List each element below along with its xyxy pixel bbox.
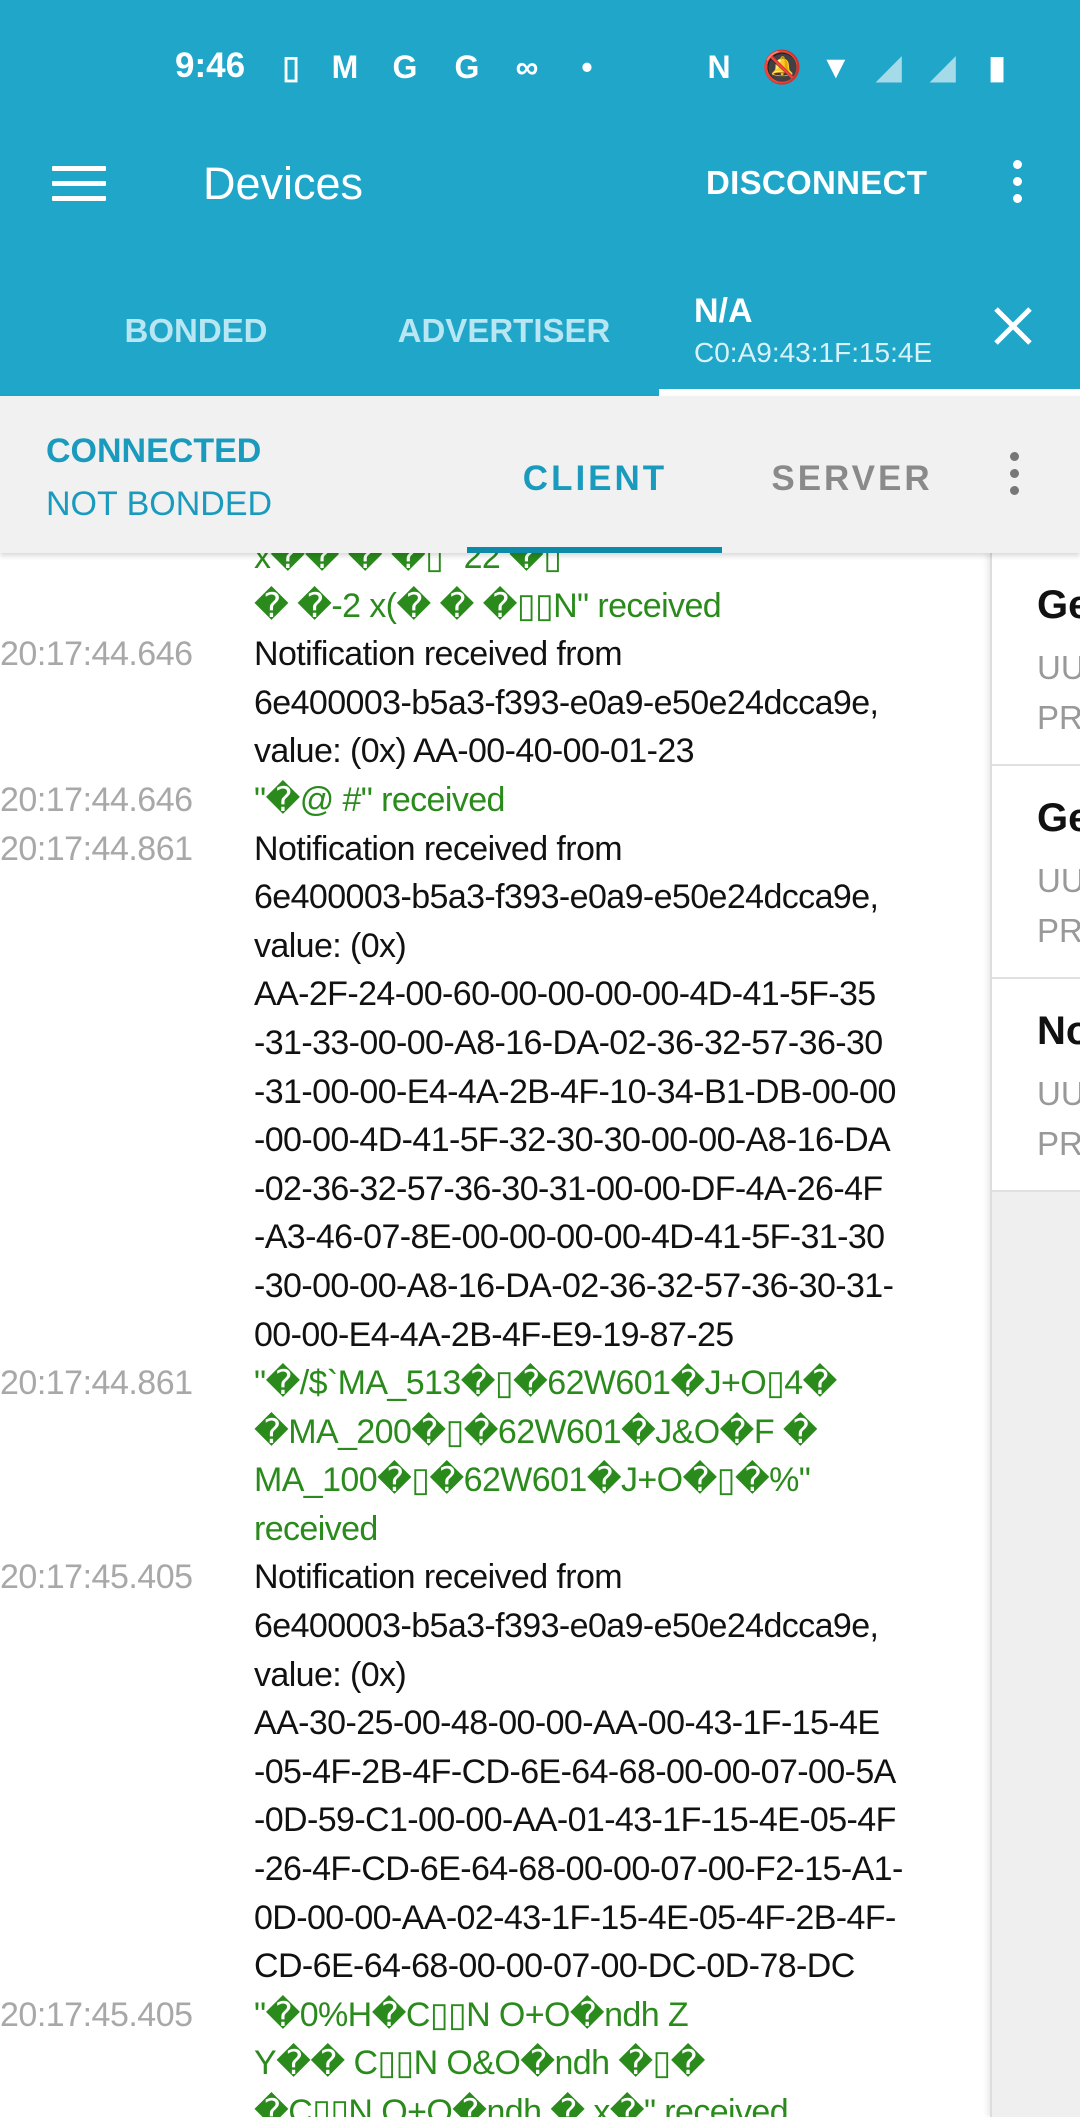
- service-name: Ge: [1037, 583, 1080, 627]
- more-options-icon[interactable]: [1010, 452, 1020, 503]
- log-message-line: -26-4F-CD-6E-64-68-00-00-07-00-F2-15-A1-: [254, 1850, 903, 1889]
- service-item[interactable]: Ge UU PR: [992, 553, 1080, 766]
- google-icon: G: [392, 49, 418, 85]
- service-uuid: UU: [1037, 649, 1080, 686]
- log-entry: 20:17:44.646 Notification received from 6e…: [0, 630, 990, 776]
- log-message-line: Notification received from: [254, 1558, 623, 1597]
- log-message: "�@ #" received: [254, 776, 990, 825]
- log-message-line: -A3-46-07-8E-00-00-00-00-4D-41-5F-31-30: [254, 1218, 885, 1257]
- log-message-line: �MA_200�▯�62W601�J&O�F �: [254, 1412, 818, 1451]
- log-message-line: AA-30-25-00-48-00-00-AA-00-43-1F-15-4E: [254, 1704, 880, 1743]
- log-message-line: -31-00-00-E4-4A-2B-4F-10-34-B1-DB-00-00: [254, 1072, 896, 1111]
- service-item[interactable]: No UU PR: [992, 979, 1080, 1192]
- service-uuid: UU: [1037, 862, 1080, 899]
- page-title: Devices: [203, 158, 364, 209]
- log-message-line: MA_100�▯�62W601�J+O�▯�%": [254, 1461, 811, 1500]
- log-message-line: 0D-00-00-AA-02-43-1F-15-4E-05-4F-2B-4F-: [254, 1898, 896, 1937]
- app-bar: 9:46 ▯ M G G ∞ • N 🔕 ▼ ◢ ◢ ▮ Devices DIS…: [0, 0, 1080, 396]
- log-message-line: �C▯▯N O+O�ndh � x�" received: [254, 2093, 789, 2117]
- log-message-line: received: [254, 1509, 378, 1548]
- log-entry: 20:17:45.405 Notification received from 6e…: [0, 1553, 990, 1990]
- log-timestamp: 20:17:45.405: [0, 1558, 193, 1597]
- log-message: Notification received from 6e400003-b5a3-…: [254, 825, 990, 1360]
- log-message-line: "�@ #" received: [254, 780, 505, 819]
- battery-saver-icon: ▯: [282, 49, 300, 85]
- log-timestamp: [0, 553, 254, 630]
- log-message-line: 00-00-E4-4A-2B-4F-E9-19-87-25: [254, 1315, 734, 1354]
- signal-off-icon: ◢: [876, 49, 902, 85]
- close-icon[interactable]: [990, 303, 1036, 349]
- log-timestamp: 20:17:44.861: [0, 1364, 193, 1403]
- log-message-line: x�� � �▯ "22 �▯: [254, 553, 562, 576]
- log-message-line: -05-4F-2B-4F-CD-6E-64-68-00-00-07-00-5A: [254, 1752, 896, 1791]
- service-name: No: [1037, 1009, 1080, 1053]
- more-options-icon[interactable]: [1013, 160, 1023, 211]
- dot-icon: •: [581, 49, 593, 85]
- log-message-line: � �-2 x(� � �▯▯N" received: [254, 586, 722, 625]
- log-message: Notification received from 6e400003-b5a3-…: [254, 630, 990, 776]
- log-message-line: "�/$`MA_513�▯�62W601�J+O▯4�: [254, 1364, 837, 1403]
- log-message-line: CD-6E-64-68-00-00-07-00-DC-0D-78-DC: [254, 1947, 855, 1986]
- service-properties: PR: [1037, 699, 1080, 736]
- google-icon: G: [454, 49, 480, 85]
- log-timestamp: 20:17:44.646: [0, 635, 193, 674]
- service-uuid: UU: [1037, 1075, 1080, 1112]
- service-properties: PR: [1037, 1125, 1080, 1162]
- log-message-line: value: (0x): [254, 1655, 407, 1694]
- log-message: Notification received from 6e400003-b5a3-…: [254, 1553, 990, 1990]
- log-message: x�� � �▯ "22 �▯ � �-2 x(� � �▯▯N" receive…: [254, 553, 990, 630]
- log-entry: 20:17:44.861 "�/$`MA_513�▯�62W601�J+O▯4� �…: [0, 1359, 990, 1553]
- log-entry: 20:17:45.405 "�0%H�C▯▯N O+O�ndh Z Y�� C▯▯N…: [0, 1991, 990, 2117]
- connection-state: CONNECTED: [46, 432, 262, 470]
- status-time: 9:46: [175, 46, 246, 85]
- tab-bonded[interactable]: BONDED: [124, 312, 267, 350]
- service-properties: PR: [1037, 912, 1080, 949]
- log-timestamp: 20:17:44.861: [0, 829, 193, 868]
- log-message-line: -00-00-4D-41-5F-32-30-30-00-00-A8-16-DA: [254, 1121, 891, 1160]
- disconnect-button[interactable]: DISCONNECT: [706, 164, 927, 202]
- log-message-line: AA-2F-24-00-60-00-00-00-00-4D-41-5F-35: [254, 975, 876, 1014]
- tab-device-address: C0:A9:43:1F:15:4E: [694, 337, 933, 368]
- log-message-line: value: (0x): [254, 926, 407, 965]
- wifi-icon: ▼: [820, 49, 852, 85]
- tab-client[interactable]: CLIENT: [523, 459, 667, 499]
- battery-icon: ▮: [988, 49, 1006, 85]
- link-icon: ∞: [515, 49, 539, 85]
- log-message: "�0%H�C▯▯N O+O�ndh Z Y�� C▯▯N O&O�ndh �▯�…: [254, 1991, 990, 2117]
- menu-icon[interactable]: [52, 166, 106, 202]
- gmail-icon: M: [331, 49, 359, 85]
- log-message-line: -0D-59-C1-00-00-AA-01-43-1F-15-4E-05-4F: [254, 1801, 896, 1840]
- tab-server[interactable]: SERVER: [771, 459, 932, 499]
- log-message-line: 6e400003-b5a3-f393-e0a9-e50e24dcca9e,: [254, 1607, 879, 1646]
- log-message-line: value: (0x) AA-00-40-00-01-23: [254, 732, 695, 771]
- log-message: "�/$`MA_513�▯�62W601�J+O▯4� �MA_200�▯�62W…: [254, 1359, 990, 1553]
- log-entry: 20:17:44.861 Notification received from 6e…: [0, 825, 990, 1360]
- log-message-line: "�0%H�C▯▯N O+O�ndh Z: [254, 1995, 689, 2034]
- log-message-line: -31-33-00-00-A8-16-DA-02-36-32-57-36-30: [254, 1023, 883, 1062]
- tab-device-name[interactable]: N/A: [694, 292, 753, 331]
- log-timestamp: 20:17:45.405: [0, 1995, 193, 2034]
- service-name: Ge: [1037, 796, 1080, 840]
- log-timestamp: 20:17:44.646: [0, 780, 193, 819]
- log-entry: 20:17:44.646 "�@ #" received: [0, 776, 990, 825]
- log-message-line: Y�� C▯▯N O&O�ndh �▯�: [254, 2044, 705, 2083]
- bond-state: NOT BONDED: [46, 485, 273, 523]
- log-list[interactable]: x�� � �▯ "22 �▯ � �-2 x(� � �▯▯N" receive…: [0, 553, 990, 2117]
- bell-off-icon: 🔕: [762, 49, 802, 85]
- tab-indicator: [659, 389, 1080, 396]
- log-message-line: 6e400003-b5a3-f393-e0a9-e50e24dcca9e,: [254, 683, 879, 722]
- log-message-line: -30-00-00-A8-16-DA-02-36-32-57-36-30-31-: [254, 1266, 894, 1305]
- log-message-line: -02-36-32-57-36-30-31-00-00-DF-4A-26-4F: [254, 1169, 883, 1208]
- client-tab-indicator: [467, 547, 722, 553]
- tab-advertiser[interactable]: ADVERTISER: [398, 312, 611, 350]
- nfc-icon: N: [707, 49, 731, 85]
- log-message-line: Notification received from: [254, 635, 623, 674]
- log-message-line: 6e400003-b5a3-f393-e0a9-e50e24dcca9e,: [254, 878, 879, 917]
- log-entry: x�� � �▯ "22 �▯ � �-2 x(� � �▯▯N" receive…: [0, 553, 990, 630]
- signal-off-icon: ◢: [930, 49, 956, 85]
- log-message-line: Notification received from: [254, 829, 623, 868]
- service-item[interactable]: Ge UU PR: [992, 766, 1080, 979]
- app: 9:46 ▯ M G G ∞ • N 🔕 ▼ ◢ ◢ ▮ Devices DIS…: [0, 0, 1080, 2117]
- services-panel[interactable]: Ge UU PR Ge UU PR No UU PR: [990, 553, 1080, 2117]
